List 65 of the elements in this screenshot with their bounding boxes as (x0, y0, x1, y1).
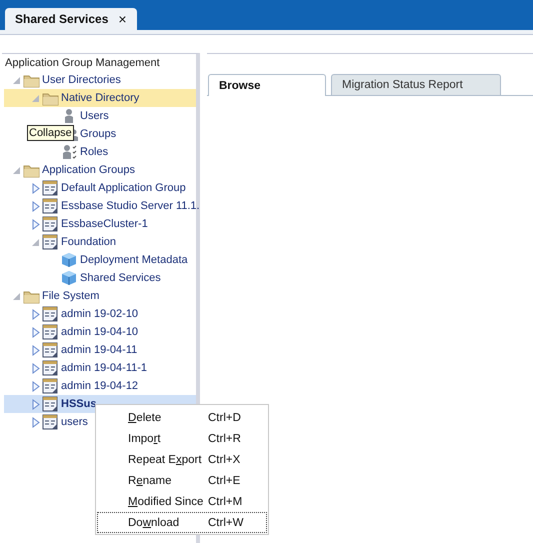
application-icon (42, 360, 59, 376)
menu-item[interactable]: Delete Ctrl+D (97, 407, 267, 428)
application-icon (42, 396, 59, 412)
tree-item[interactable]: Deployment Metadata (80, 253, 188, 267)
application-icon (42, 198, 59, 214)
tree-item[interactable]: File System (42, 289, 100, 303)
application-icon (42, 378, 59, 394)
folder-icon (23, 162, 40, 178)
expand-arrow-icon[interactable] (32, 200, 40, 212)
tree-item[interactable]: Foundation (61, 235, 116, 249)
application-icon (42, 324, 59, 340)
tree-item[interactable]: HSSus (61, 397, 96, 411)
application-icon (42, 306, 59, 322)
tooltip: Collapse (27, 125, 74, 141)
close-icon[interactable]: × (118, 11, 127, 27)
tree-item[interactable]: Native Directory (61, 91, 140, 105)
menu-item[interactable]: Modified Since Ctrl+M (97, 491, 267, 512)
tree-item[interactable]: admin 19-02-10 (61, 307, 138, 321)
tree-item[interactable]: Essbase Studio Server 11.1. (61, 199, 200, 213)
panel-title: Application Group Management (4, 56, 161, 71)
expand-arrow-icon[interactable] (32, 398, 40, 410)
expand-arrow-icon[interactable] (32, 308, 40, 320)
menu-item[interactable]: Repeat Export Ctrl+X (97, 449, 267, 470)
cube-icon (61, 270, 78, 286)
expand-arrow-icon[interactable] (32, 182, 40, 194)
menu-item[interactable]: Rename Ctrl+E (97, 470, 267, 491)
folder-icon (23, 288, 40, 304)
tree-item[interactable]: Application Groups (42, 163, 135, 177)
tree-item[interactable]: admin 19-04-10 (61, 325, 138, 339)
tree-item[interactable]: users (61, 415, 88, 429)
window-tab[interactable]: Shared Services × (5, 8, 137, 30)
application-icon (42, 216, 59, 232)
application-icon (42, 234, 59, 250)
tree-item[interactable]: admin 19-04-12 (61, 379, 138, 393)
cube-icon (61, 252, 78, 268)
tree-item[interactable]: Groups (80, 127, 116, 141)
menu-item[interactable]: Download Ctrl+W (97, 512, 267, 533)
tree-item[interactable]: EssbaseCluster-1 (61, 217, 148, 231)
expand-arrow-icon[interactable] (32, 326, 40, 338)
expand-arrow-icon[interactable] (32, 218, 40, 230)
application-icon (42, 342, 59, 358)
expand-arrow-icon[interactable] (32, 416, 40, 428)
tree-item[interactable]: admin 19-04-11-1 (61, 361, 148, 375)
application-icon (42, 414, 59, 430)
menu-item[interactable]: Import Ctrl+R (97, 428, 267, 449)
tab[interactable]: Migration Status Report (331, 74, 501, 95)
person-checklist-icon (61, 144, 78, 160)
collapse-arrow-icon[interactable] (31, 94, 40, 102)
tree-item[interactable]: Shared Services (80, 271, 161, 285)
tree-item[interactable]: User Directories (42, 73, 121, 87)
tree-item[interactable]: Users (80, 109, 109, 123)
expand-arrow-icon[interactable] (32, 380, 40, 392)
tab[interactable]: Browse (208, 74, 326, 96)
folder-icon (42, 90, 59, 106)
folder-icon (23, 72, 40, 88)
tree-item[interactable]: admin 19-04-11 (61, 343, 138, 357)
collapse-arrow-icon[interactable] (12, 292, 21, 300)
application-icon (42, 180, 59, 196)
tree-item[interactable]: Default Application Group (61, 181, 186, 195)
collapse-arrow-icon[interactable] (12, 76, 21, 84)
expand-arrow-icon[interactable] (32, 362, 40, 374)
collapse-arrow-icon[interactable] (31, 238, 40, 246)
expand-arrow-icon[interactable] (32, 344, 40, 356)
collapse-arrow-icon[interactable] (12, 166, 21, 174)
tree-item[interactable]: Roles (80, 145, 108, 159)
